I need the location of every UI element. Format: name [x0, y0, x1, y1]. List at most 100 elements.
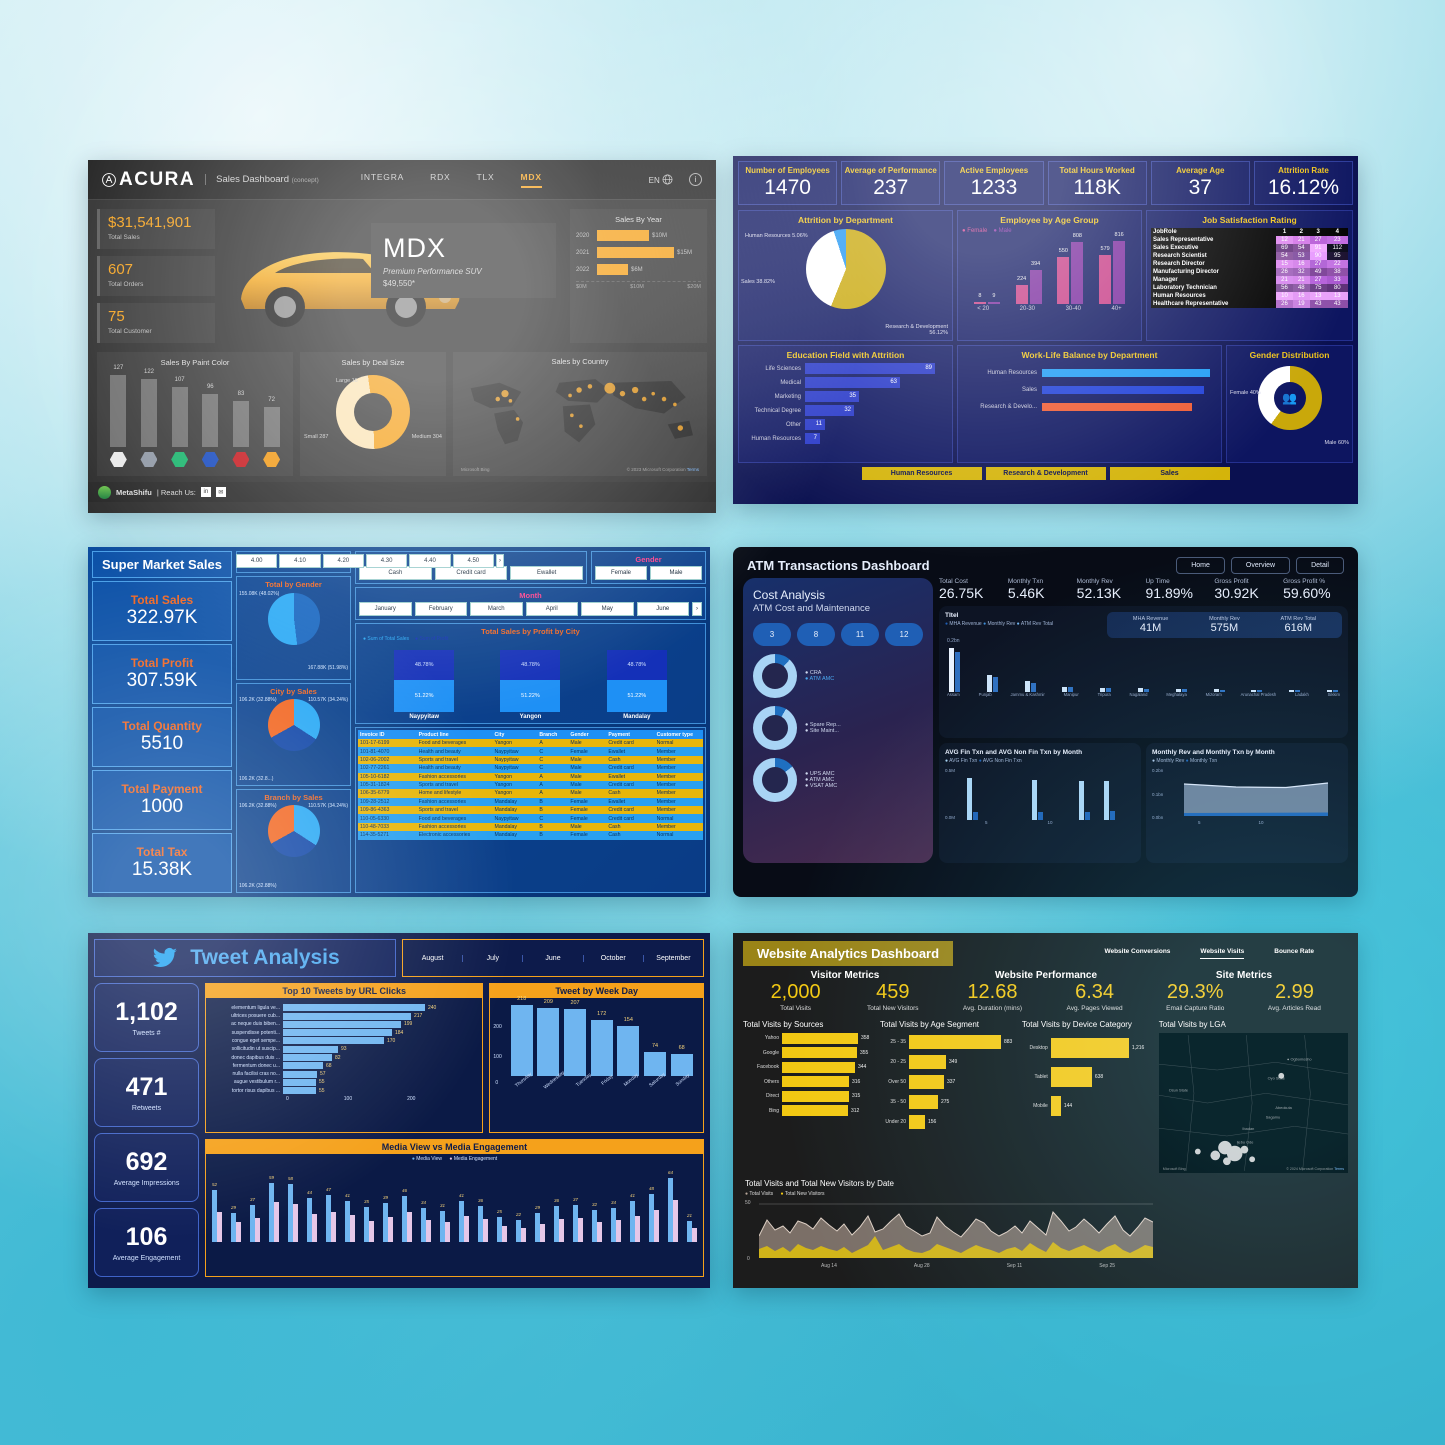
nav-integra[interactable]: INTEGRA: [361, 172, 404, 188]
th-customer-type[interactable]: Customer type: [654, 730, 703, 739]
pill-11[interactable]: 11: [841, 623, 879, 646]
month-march[interactable]: March: [470, 602, 523, 616]
tab-website-conversions[interactable]: Website Conversions: [1104, 948, 1170, 959]
job-satisfaction-rating-table: Job Satisfaction Rating JobRole 1 2 3 4 Sale…: [1146, 210, 1353, 341]
month-next-arrow[interactable]: ›: [692, 602, 702, 616]
map-terms-link[interactable]: Terms: [1334, 1167, 1344, 1171]
gender-male[interactable]: Male: [650, 566, 702, 580]
jsr-col-jobrole[interactable]: JobRole: [1151, 228, 1277, 236]
tab-overview[interactable]: Overview: [1230, 557, 1291, 574]
pill-8[interactable]: 8: [797, 623, 835, 646]
month-january[interactable]: January: [359, 602, 412, 616]
email-icon[interactable]: ✉: [215, 487, 226, 497]
month-june[interactable]: June: [523, 954, 584, 962]
map-terms-link[interactable]: Terms: [687, 467, 699, 472]
pill-12[interactable]: 12: [885, 623, 923, 646]
slicer-sales[interactable]: Sales: [1109, 467, 1230, 480]
month-april[interactable]: April: [525, 602, 578, 616]
month-july[interactable]: July: [463, 954, 524, 962]
cost-analysis-subtitle: ATM Cost and Maintenance: [753, 603, 871, 614]
table-row[interactable]: 101-17-6199 Food and beverages Yangon A Male…: [358, 739, 703, 748]
tab-home[interactable]: Home: [1176, 557, 1225, 574]
rating-450[interactable]: 4.50: [452, 554, 494, 568]
pill-3[interactable]: 3: [753, 623, 791, 646]
th-city[interactable]: City: [492, 730, 538, 739]
month-may[interactable]: May: [581, 602, 634, 616]
th-branch[interactable]: Branch: [537, 730, 569, 739]
col-top-pct: 48.78%: [606, 650, 667, 680]
tab-detail[interactable]: Detail: [1296, 557, 1344, 574]
education-title: Education Field with Attrition: [786, 350, 905, 360]
table-row[interactable]: 110-48-7033 Fashion accessories Mandalay B M…: [358, 822, 703, 832]
slicer-human-resources[interactable]: Human Resources: [861, 467, 982, 480]
kpi-value: 1,102: [115, 998, 178, 1026]
axis-tick: Sep 25: [1099, 1263, 1116, 1269]
table-row[interactable]: 102-77-2261 Health and beauty Naypyitaw C Ma…: [358, 764, 703, 773]
th-payment[interactable]: Payment: [606, 730, 655, 739]
bar-value: 312: [851, 1107, 860, 1114]
nav-tlx[interactable]: TLX: [477, 172, 495, 188]
bar-label: ac neque duis biben...: [231, 1021, 280, 1028]
top10-row: elementum ligula ve... 240: [212, 1004, 476, 1012]
month-june[interactable]: June: [636, 602, 689, 616]
month-february[interactable]: February: [414, 602, 467, 616]
media-bar-group: [649, 1194, 659, 1242]
table-row[interactable]: 102-06-2002 Sports and travel Naypyitaw C Ma…: [358, 755, 703, 765]
language-selector[interactable]: EN: [649, 174, 673, 185]
bar-label: Desktop: [1029, 1045, 1048, 1051]
th-invoice-id[interactable]: Invoice ID: [358, 730, 417, 739]
rating-430[interactable]: 4.30: [365, 554, 408, 568]
th-gender[interactable]: Gender: [568, 730, 607, 739]
rating-440[interactable]: 4.40: [409, 554, 451, 568]
table-row: Research Director 15 16 27 22: [1151, 260, 1348, 268]
table-row[interactable]: 109-86-4363 Sports and travel Mandalay B Fem…: [358, 806, 703, 815]
table-row[interactable]: 105-31-1824 Sports and travel Yangon A Male C…: [358, 780, 703, 790]
payment-credit-card[interactable]: Credit card: [434, 566, 508, 580]
tab-bounce-rate[interactable]: Bounce Rate: [1274, 948, 1314, 959]
axis-tick: 0.0bn: [1152, 815, 1164, 820]
bar-value: 144: [1063, 1103, 1073, 1109]
bar-label: donec dapibus duis ...: [231, 1054, 280, 1061]
table-row[interactable]: 109-28-2512 Fashion accessories Mandalay B F…: [358, 797, 703, 806]
table-row[interactable]: 110-05-6330 Food and beverages Naypyitaw C F…: [358, 814, 703, 823]
atm-kpi-monthly-txn: Monthly Txn 5.46K: [1007, 578, 1045, 601]
slicer-research-development[interactable]: Research & Development: [985, 467, 1106, 480]
gender-female[interactable]: Female: [595, 566, 647, 580]
bar-label: Medical: [780, 379, 801, 386]
th-product-line[interactable]: Product line: [416, 730, 493, 739]
month-august[interactable]: August: [403, 954, 464, 962]
rating-420[interactable]: 4.20: [322, 554, 364, 568]
rating-next-arrow[interactable]: ›: [495, 554, 504, 568]
education-bar-row: Human Resources 7: [743, 433, 948, 444]
nav-mdx[interactable]: MDX: [520, 172, 542, 188]
bar-value: 224: [1017, 276, 1027, 282]
rating-400[interactable]: 4.00: [236, 554, 278, 568]
rating-410[interactable]: 4.10: [279, 554, 321, 568]
hero-area: MDX Premium Performance SUV $49,550*: [223, 209, 562, 343]
market-kpi-total-profit: Total Profit 307.59K: [92, 644, 232, 704]
table-row[interactable]: 101-81-4070 Health and beauty Naypyitaw C Fe…: [358, 747, 703, 756]
svg-text:● Ogbomosho: ● Ogbomosho: [1287, 1056, 1312, 1061]
nav-rdx[interactable]: RDX: [430, 172, 450, 188]
linkedin-icon[interactable]: in: [200, 487, 211, 497]
month-october[interactable]: October: [584, 954, 644, 962]
device-row: Desktop 1,216: [1022, 1038, 1153, 1058]
bar-value: 68: [678, 1045, 685, 1051]
table-row[interactable]: 105-10-6182 Fashion accessories Yangon A Mal…: [358, 772, 703, 781]
payment-cash[interactable]: Cash: [359, 566, 432, 580]
tab-website-visits[interactable]: Website Visits: [1200, 948, 1245, 959]
payment-ewallet[interactable]: Ewallet: [510, 566, 584, 580]
tweet-analysis-panel: Tweet Analysis August July June October …: [88, 933, 710, 1288]
market-transactions-table[interactable]: Invoice ID Product line City Branch Gend…: [355, 727, 706, 893]
bar-value: 349: [948, 1059, 958, 1065]
top10-row: donec dapibus duis ... 82: [212, 1054, 476, 1062]
axis-tick: 10: [1258, 820, 1264, 825]
table-row[interactable]: 106-35-6779 Home and lifestyle Yangon A Male…: [358, 789, 703, 798]
table-row[interactable]: 114-35-5271 Electronic accessories Mandala…: [358, 831, 703, 840]
month-september[interactable]: September: [644, 955, 703, 962]
info-icon[interactable]: i: [689, 173, 702, 186]
lga-map-graphic[interactable]: ● Ogbomosho Oyo State Abeokuta Ibadan Ijeb…: [1158, 1033, 1348, 1173]
total-visits-by-lga-map[interactable]: Total Visits by LGA ● Ogbomosho Oyo State…: [1158, 1020, 1348, 1173]
sales-by-country-map[interactable]: Sales by Country Microsoft Bing © 2023 M…: [453, 352, 707, 476]
city-chart-title: City by Sales: [270, 686, 317, 696]
